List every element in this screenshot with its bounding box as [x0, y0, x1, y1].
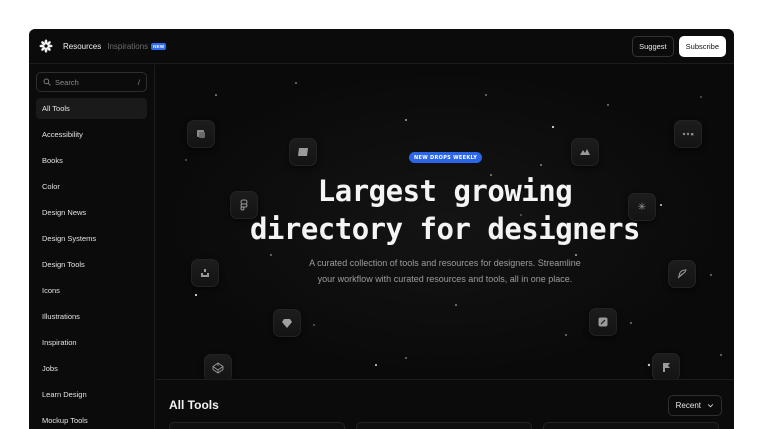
tool-tile-dots-icon[interactable]	[674, 120, 702, 148]
nav-resources[interactable]: Resources	[63, 42, 101, 51]
new-drops-badge: NEW DROPS WEEKLY	[409, 152, 483, 163]
sidebar-item-icons[interactable]: Icons	[36, 280, 147, 301]
tool-card[interactable]	[169, 422, 345, 429]
sort-dropdown[interactable]: Recent	[667, 394, 722, 416]
tool-tile-feather-icon[interactable]	[668, 260, 696, 288]
search-placeholder: Search	[55, 77, 79, 87]
tool-tile-cube-icon[interactable]	[187, 120, 215, 148]
sidebar-item-color[interactable]: Color	[36, 176, 147, 197]
sidebar-item-inspiration[interactable]: Inspiration	[36, 332, 147, 353]
hero-subtitle-line2: your workflow with curated resources and…	[317, 274, 573, 284]
tool-card[interactable]	[356, 422, 532, 429]
suggest-button[interactable]: Suggest	[632, 35, 674, 57]
logo-icon[interactable]	[39, 39, 53, 53]
sidebar: Search / All Tools Accessibility Books C…	[29, 65, 155, 429]
tool-tile-sketch-icon[interactable]	[273, 309, 301, 337]
sidebar-item-mockup-tools[interactable]: Mockup Tools	[36, 410, 147, 429]
sidebar-item-jobs[interactable]: Jobs	[36, 358, 147, 379]
sidebar-item-learn-design[interactable]: Learn Design	[36, 384, 147, 405]
sidebar-item-all-tools[interactable]: All Tools	[36, 98, 147, 119]
chevron-down-icon	[707, 403, 714, 407]
sidebar-item-design-news[interactable]: Design News	[36, 202, 147, 223]
nav-inspirations[interactable]: Inspirations	[107, 42, 148, 51]
new-badge: NEW	[151, 42, 167, 50]
hero-subtitle: A curated collection of tools and resour…	[266, 255, 624, 287]
tool-card[interactable]	[543, 422, 719, 429]
tool-tile-ui-icon[interactable]	[191, 259, 219, 287]
hero-section: ✳ NEW DROPS WEEKLY Largest growing direc…	[156, 65, 734, 380]
sidebar-item-accessibility[interactable]: Accessibility	[36, 124, 147, 145]
hero-title: Largest growing directory for designers	[156, 172, 734, 248]
app-window: Resources Inspirations NEW Suggest Subsc…	[29, 29, 734, 429]
sidebar-item-books[interactable]: Books	[36, 150, 147, 171]
tool-tile-notes-icon[interactable]	[589, 308, 617, 336]
sidebar-item-design-systems[interactable]: Design Systems	[36, 228, 147, 249]
tool-tile-framer-icon[interactable]	[289, 138, 317, 166]
main-content: ✳ NEW DROPS WEEKLY Largest growing direc…	[156, 65, 734, 429]
tool-tile-codepen-icon[interactable]	[204, 354, 232, 379]
search-shortcut: /	[137, 77, 140, 87]
hero-title-line1: Largest growing	[317, 174, 573, 208]
search-input[interactable]: Search /	[36, 72, 147, 92]
hero-title-line2: directory for designers	[249, 212, 641, 246]
search-icon	[43, 78, 51, 86]
sort-label: Recent	[675, 400, 701, 410]
hero-subtitle-line1: A curated collection of tools and resour…	[309, 258, 581, 268]
sidebar-item-design-tools[interactable]: Design Tools	[36, 254, 147, 275]
tool-tile-flag-icon[interactable]	[652, 353, 680, 379]
top-bar: Resources Inspirations NEW Suggest Subsc…	[29, 29, 734, 64]
tool-tile-linear-icon[interactable]	[571, 138, 599, 166]
subscribe-button[interactable]: Subscribe	[678, 35, 726, 57]
sidebar-item-illustrations[interactable]: Illustrations	[36, 306, 147, 327]
section-title: All Tools	[169, 398, 219, 412]
